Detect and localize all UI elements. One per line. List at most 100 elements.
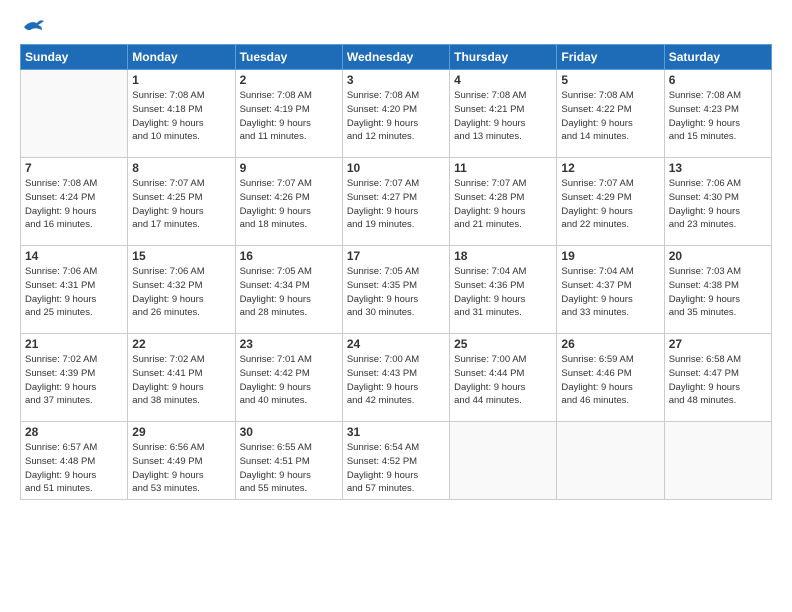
calendar-day-cell: 15 Sunrise: 7:06 AM Sunset: 4:32 PM Dayli… <box>128 246 235 334</box>
calendar-day-cell <box>450 422 557 500</box>
day-info: Sunrise: 7:04 AM Sunset: 4:36 PM Dayligh… <box>454 265 552 320</box>
day-number: 11 <box>454 161 552 175</box>
day-number: 24 <box>347 337 445 351</box>
calendar-day-cell: 8 Sunrise: 7:07 AM Sunset: 4:25 PM Daylig… <box>128 158 235 246</box>
logo-bird-icon <box>22 18 44 36</box>
calendar-day-cell <box>664 422 771 500</box>
day-number: 21 <box>25 337 123 351</box>
day-info: Sunrise: 7:07 AM Sunset: 4:27 PM Dayligh… <box>347 177 445 232</box>
calendar-day-cell: 13 Sunrise: 7:06 AM Sunset: 4:30 PM Dayli… <box>664 158 771 246</box>
day-info: Sunrise: 7:01 AM Sunset: 4:42 PM Dayligh… <box>240 353 338 408</box>
calendar-day-cell: 21 Sunrise: 7:02 AM Sunset: 4:39 PM Dayli… <box>21 334 128 422</box>
day-info: Sunrise: 7:08 AM Sunset: 4:19 PM Dayligh… <box>240 89 338 144</box>
day-number: 26 <box>561 337 659 351</box>
page-container: SundayMondayTuesdayWednesdayThursdayFrid… <box>0 0 792 612</box>
calendar-day-cell: 7 Sunrise: 7:08 AM Sunset: 4:24 PM Daylig… <box>21 158 128 246</box>
day-info: Sunrise: 7:08 AM Sunset: 4:20 PM Dayligh… <box>347 89 445 144</box>
day-number: 22 <box>132 337 230 351</box>
calendar-week-row: 21 Sunrise: 7:02 AM Sunset: 4:39 PM Dayli… <box>21 334 772 422</box>
calendar-day-cell: 31 Sunrise: 6:54 AM Sunset: 4:52 PM Dayli… <box>342 422 449 500</box>
calendar-day-header: Thursday <box>450 45 557 70</box>
day-info: Sunrise: 7:05 AM Sunset: 4:35 PM Dayligh… <box>347 265 445 320</box>
day-info: Sunrise: 7:00 AM Sunset: 4:43 PM Dayligh… <box>347 353 445 408</box>
day-info: Sunrise: 7:08 AM Sunset: 4:21 PM Dayligh… <box>454 89 552 144</box>
calendar-day-cell: 22 Sunrise: 7:02 AM Sunset: 4:41 PM Dayli… <box>128 334 235 422</box>
calendar-day-header: Wednesday <box>342 45 449 70</box>
logo <box>20 18 44 36</box>
calendar-day-cell: 23 Sunrise: 7:01 AM Sunset: 4:42 PM Dayli… <box>235 334 342 422</box>
calendar-day-cell: 4 Sunrise: 7:08 AM Sunset: 4:21 PM Daylig… <box>450 70 557 158</box>
calendar-day-cell: 6Sunrise: 7:08 AM Sunset: 4:23 PM Daylig… <box>664 70 771 158</box>
calendar-day-cell: 2 Sunrise: 7:08 AM Sunset: 4:19 PM Daylig… <box>235 70 342 158</box>
calendar-week-row: 7 Sunrise: 7:08 AM Sunset: 4:24 PM Daylig… <box>21 158 772 246</box>
calendar-day-cell: 14Sunrise: 7:06 AM Sunset: 4:31 PM Dayli… <box>21 246 128 334</box>
day-info: Sunrise: 7:07 AM Sunset: 4:25 PM Dayligh… <box>132 177 230 232</box>
day-number: 4 <box>454 73 552 87</box>
day-info: Sunrise: 6:54 AM Sunset: 4:52 PM Dayligh… <box>347 441 445 496</box>
calendar-day-cell: 12Sunrise: 7:07 AM Sunset: 4:29 PM Dayli… <box>557 158 664 246</box>
calendar-day-cell: 3 Sunrise: 7:08 AM Sunset: 4:20 PM Daylig… <box>342 70 449 158</box>
day-number: 29 <box>132 425 230 439</box>
day-info: Sunrise: 7:06 AM Sunset: 4:31 PM Dayligh… <box>25 265 123 320</box>
day-number: 28 <box>25 425 123 439</box>
day-number: 19 <box>561 249 659 263</box>
day-info: Sunrise: 7:07 AM Sunset: 4:28 PM Dayligh… <box>454 177 552 232</box>
calendar-day-cell: 17 Sunrise: 7:05 AM Sunset: 4:35 PM Dayli… <box>342 246 449 334</box>
day-info: Sunrise: 7:07 AM Sunset: 4:26 PM Dayligh… <box>240 177 338 232</box>
day-info: Sunrise: 7:06 AM Sunset: 4:30 PM Dayligh… <box>669 177 767 232</box>
day-info: Sunrise: 7:08 AM Sunset: 4:24 PM Dayligh… <box>25 177 123 232</box>
calendar-day-cell: 24 Sunrise: 7:00 AM Sunset: 4:43 PM Dayli… <box>342 334 449 422</box>
calendar-day-cell: 18 Sunrise: 7:04 AM Sunset: 4:36 PM Dayli… <box>450 246 557 334</box>
day-number: 7 <box>25 161 123 175</box>
day-info: Sunrise: 7:06 AM Sunset: 4:32 PM Dayligh… <box>132 265 230 320</box>
calendar-day-header: Monday <box>128 45 235 70</box>
day-number: 17 <box>347 249 445 263</box>
day-number: 3 <box>347 73 445 87</box>
day-number: 13 <box>669 161 767 175</box>
day-number: 8 <box>132 161 230 175</box>
day-number: 5 <box>561 73 659 87</box>
header <box>20 18 772 36</box>
calendar-day-cell: 28 Sunrise: 6:57 AM Sunset: 4:48 PM Dayli… <box>21 422 128 500</box>
day-info: Sunrise: 6:58 AM Sunset: 4:47 PM Dayligh… <box>669 353 767 408</box>
calendar-header-row: SundayMondayTuesdayWednesdayThursdayFrid… <box>21 45 772 70</box>
calendar-day-cell: 30Sunrise: 6:55 AM Sunset: 4:51 PM Dayli… <box>235 422 342 500</box>
day-info: Sunrise: 6:57 AM Sunset: 4:48 PM Dayligh… <box>25 441 123 496</box>
calendar-day-cell: 16Sunrise: 7:05 AM Sunset: 4:34 PM Dayli… <box>235 246 342 334</box>
day-number: 18 <box>454 249 552 263</box>
calendar-week-row: 14Sunrise: 7:06 AM Sunset: 4:31 PM Dayli… <box>21 246 772 334</box>
day-number: 16 <box>240 249 338 263</box>
calendar-day-cell: 10 Sunrise: 7:07 AM Sunset: 4:27 PM Dayli… <box>342 158 449 246</box>
calendar-week-row: 1Sunrise: 7:08 AM Sunset: 4:18 PM Daylig… <box>21 70 772 158</box>
calendar-day-cell: 1Sunrise: 7:08 AM Sunset: 4:18 PM Daylig… <box>128 70 235 158</box>
calendar-day-cell <box>21 70 128 158</box>
calendar-day-header: Friday <box>557 45 664 70</box>
day-info: Sunrise: 7:02 AM Sunset: 4:39 PM Dayligh… <box>25 353 123 408</box>
calendar-table: SundayMondayTuesdayWednesdayThursdayFrid… <box>20 44 772 500</box>
day-number: 10 <box>347 161 445 175</box>
calendar-week-row: 28 Sunrise: 6:57 AM Sunset: 4:48 PM Dayli… <box>21 422 772 500</box>
calendar-day-cell: 11 Sunrise: 7:07 AM Sunset: 4:28 PM Dayli… <box>450 158 557 246</box>
day-number: 2 <box>240 73 338 87</box>
day-info: Sunrise: 7:08 AM Sunset: 4:23 PM Dayligh… <box>669 89 767 144</box>
day-info: Sunrise: 7:03 AM Sunset: 4:38 PM Dayligh… <box>669 265 767 320</box>
day-number: 20 <box>669 249 767 263</box>
calendar-day-header: Tuesday <box>235 45 342 70</box>
day-info: Sunrise: 6:59 AM Sunset: 4:46 PM Dayligh… <box>561 353 659 408</box>
day-number: 15 <box>132 249 230 263</box>
day-info: Sunrise: 7:08 AM Sunset: 4:22 PM Dayligh… <box>561 89 659 144</box>
day-info: Sunrise: 7:02 AM Sunset: 4:41 PM Dayligh… <box>132 353 230 408</box>
calendar-day-cell: 20 Sunrise: 7:03 AM Sunset: 4:38 PM Dayli… <box>664 246 771 334</box>
calendar-day-cell: 25Sunrise: 7:00 AM Sunset: 4:44 PM Dayli… <box>450 334 557 422</box>
calendar-day-header: Sunday <box>21 45 128 70</box>
day-info: Sunrise: 7:07 AM Sunset: 4:29 PM Dayligh… <box>561 177 659 232</box>
day-number: 23 <box>240 337 338 351</box>
calendar-day-cell: 19 Sunrise: 7:04 AM Sunset: 4:37 PM Dayli… <box>557 246 664 334</box>
calendar-day-header: Saturday <box>664 45 771 70</box>
calendar-day-cell: 5 Sunrise: 7:08 AM Sunset: 4:22 PM Daylig… <box>557 70 664 158</box>
day-info: Sunrise: 7:04 AM Sunset: 4:37 PM Dayligh… <box>561 265 659 320</box>
calendar-day-cell: 9Sunrise: 7:07 AM Sunset: 4:26 PM Daylig… <box>235 158 342 246</box>
day-number: 27 <box>669 337 767 351</box>
day-info: Sunrise: 7:00 AM Sunset: 4:44 PM Dayligh… <box>454 353 552 408</box>
day-number: 31 <box>347 425 445 439</box>
